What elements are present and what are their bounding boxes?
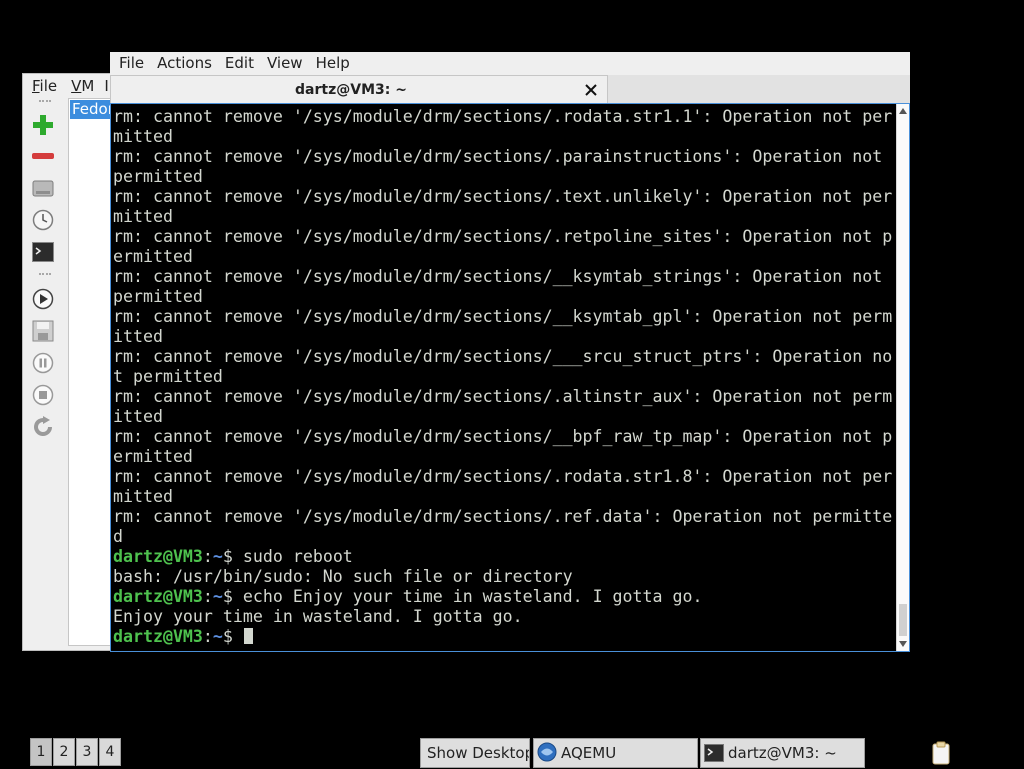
prompt-user: dartz@VM3 xyxy=(113,627,203,646)
terminal-line: rm: cannot remove '/sys/module/drm/secti… xyxy=(113,187,893,206)
prompt-path: ~ xyxy=(212,547,223,566)
terminal-line: rm: cannot remove '/sys/module/drm/secti… xyxy=(113,387,893,406)
terminal-line: Enjoy your time in wasteland. I gotta go… xyxy=(113,607,523,626)
reload-icon[interactable] xyxy=(30,414,56,440)
toolbar-grip[interactable] xyxy=(39,100,51,106)
prompt-line: dartz@VM3:~$ xyxy=(113,627,894,647)
terminal-line: ermitted xyxy=(113,447,193,466)
prompt-line: dartz@VM3:~$ sudo reboot xyxy=(113,547,894,567)
terminal-line: itted xyxy=(113,327,163,346)
aqemu-menu-file[interactable]: File xyxy=(23,77,57,95)
aqemu-window: File VM I Fedor xyxy=(22,73,122,651)
taskbar: 1 2 3 4 Show Desktop AQEMU dartz@VM3: ~ xyxy=(0,736,1024,768)
terminal-line: bash: /usr/bin/sudo: No such file or dir… xyxy=(113,567,573,586)
terminal-line: itted xyxy=(113,407,163,426)
aqemu-icon xyxy=(537,742,557,762)
terminal-line: rm: cannot remove '/sys/module/drm/secti… xyxy=(113,467,893,486)
scroll-down-icon[interactable] xyxy=(897,638,909,650)
terminal-line: rm: cannot remove '/sys/module/drm/secti… xyxy=(113,107,893,126)
prompt-path: ~ xyxy=(212,587,223,606)
terminal-line: permitted xyxy=(113,167,203,186)
terminal-window: File Actions Edit View Help dartz@VM3: ~… xyxy=(110,52,910,652)
menu-view[interactable]: View xyxy=(258,54,307,72)
save-icon[interactable] xyxy=(30,318,56,344)
task-terminal-label: dartz@VM3: ~ xyxy=(728,744,837,762)
terminal-icon[interactable] xyxy=(30,239,56,265)
terminal-line: rm: cannot remove '/sys/module/drm/secti… xyxy=(113,227,893,246)
prompt-separator: : xyxy=(202,587,213,606)
terminal-output[interactable]: rm: cannot remove '/sys/module/drm/secti… xyxy=(113,107,894,647)
terminal-scrollbar[interactable] xyxy=(896,104,909,651)
clipboard-icon[interactable] xyxy=(930,741,952,765)
terminal-line: mitted xyxy=(113,487,173,506)
aqemu-toolbar xyxy=(27,98,61,646)
show-desktop-button[interactable]: Show Desktop xyxy=(420,738,530,768)
prompt-dollar: $ xyxy=(222,627,243,646)
menu-actions[interactable]: Actions xyxy=(148,54,216,72)
workspace-4-button[interactable]: 4 xyxy=(99,738,121,766)
task-aqemu-label: AQEMU xyxy=(561,744,617,762)
terminal-view[interactable]: rm: cannot remove '/sys/module/drm/secti… xyxy=(110,103,910,652)
terminal-line: rm: cannot remove '/sys/module/drm/secti… xyxy=(113,347,893,366)
terminal-line: mitted xyxy=(113,207,173,226)
disk-icon[interactable] xyxy=(30,175,56,201)
terminal-line: permitted xyxy=(113,287,203,306)
task-terminal[interactable]: dartz@VM3: ~ xyxy=(700,738,865,768)
menu-help[interactable]: Help xyxy=(307,54,354,72)
toolbar-grip[interactable] xyxy=(39,273,51,279)
aqemu-menu-more[interactable]: I xyxy=(94,77,108,95)
play-icon[interactable] xyxy=(30,286,56,312)
terminal-line: rm: cannot remove '/sys/module/drm/secti… xyxy=(113,507,893,526)
remove-icon[interactable] xyxy=(30,143,56,169)
prompt-dollar: $ xyxy=(222,587,243,606)
terminal-line: rm: cannot remove '/sys/module/drm/secti… xyxy=(113,427,893,446)
menu-edit[interactable]: Edit xyxy=(216,54,258,72)
terminal-tab-title: dartz@VM3: ~ xyxy=(295,82,407,98)
prompt-line: dartz@VM3:~$ echo Enjoy your time in was… xyxy=(113,587,894,607)
terminal-icon xyxy=(704,743,724,763)
terminal-line: t permitted xyxy=(113,367,223,386)
prompt-user: dartz@VM3 xyxy=(113,587,203,606)
show-desktop-label: Show Desktop xyxy=(427,744,530,762)
scrollbar-thumb[interactable] xyxy=(899,604,907,636)
terminal-line: rm: cannot remove '/sys/module/drm/secti… xyxy=(113,307,893,326)
terminal-line: rm: cannot remove '/sys/module/drm/secti… xyxy=(113,267,893,286)
text-cursor xyxy=(243,628,253,644)
close-icon[interactable] xyxy=(581,80,601,100)
prompt-user: dartz@VM3 xyxy=(113,547,203,566)
aqemu-menubar: File VM I xyxy=(23,74,121,98)
terminal-tabbar: dartz@VM3: ~ xyxy=(110,75,910,103)
workspace-2-button[interactable]: 2 xyxy=(53,738,75,766)
prompt-separator: : xyxy=(202,627,213,646)
scroll-up-icon[interactable] xyxy=(897,105,909,117)
prompt-path: ~ xyxy=(212,627,223,646)
command-text: sudo reboot xyxy=(242,547,353,566)
terminal-line: rm: cannot remove '/sys/module/drm/secti… xyxy=(113,147,893,166)
menu-file[interactable]: File xyxy=(110,54,148,72)
terminal-line: ermitted xyxy=(113,247,193,266)
terminal-tab[interactable]: dartz@VM3: ~ xyxy=(110,75,608,103)
stop-icon[interactable] xyxy=(30,382,56,408)
prompt-dollar: $ xyxy=(222,547,243,566)
clock-icon[interactable] xyxy=(30,207,56,233)
prompt-separator: : xyxy=(202,547,213,566)
pause-icon[interactable] xyxy=(30,350,56,376)
aqemu-menu-vm[interactable]: VM xyxy=(57,77,94,95)
command-text: echo Enjoy your time in wasteland. I got… xyxy=(242,587,703,606)
workspace-1-button[interactable]: 1 xyxy=(30,738,52,766)
terminal-line: mitted xyxy=(113,127,173,146)
add-icon[interactable] xyxy=(30,112,56,138)
terminal-line: d xyxy=(113,527,123,546)
terminal-menubar: File Actions Edit View Help xyxy=(110,52,910,74)
task-aqemu[interactable]: AQEMU xyxy=(533,738,698,768)
workspace-3-button[interactable]: 3 xyxy=(76,738,98,766)
